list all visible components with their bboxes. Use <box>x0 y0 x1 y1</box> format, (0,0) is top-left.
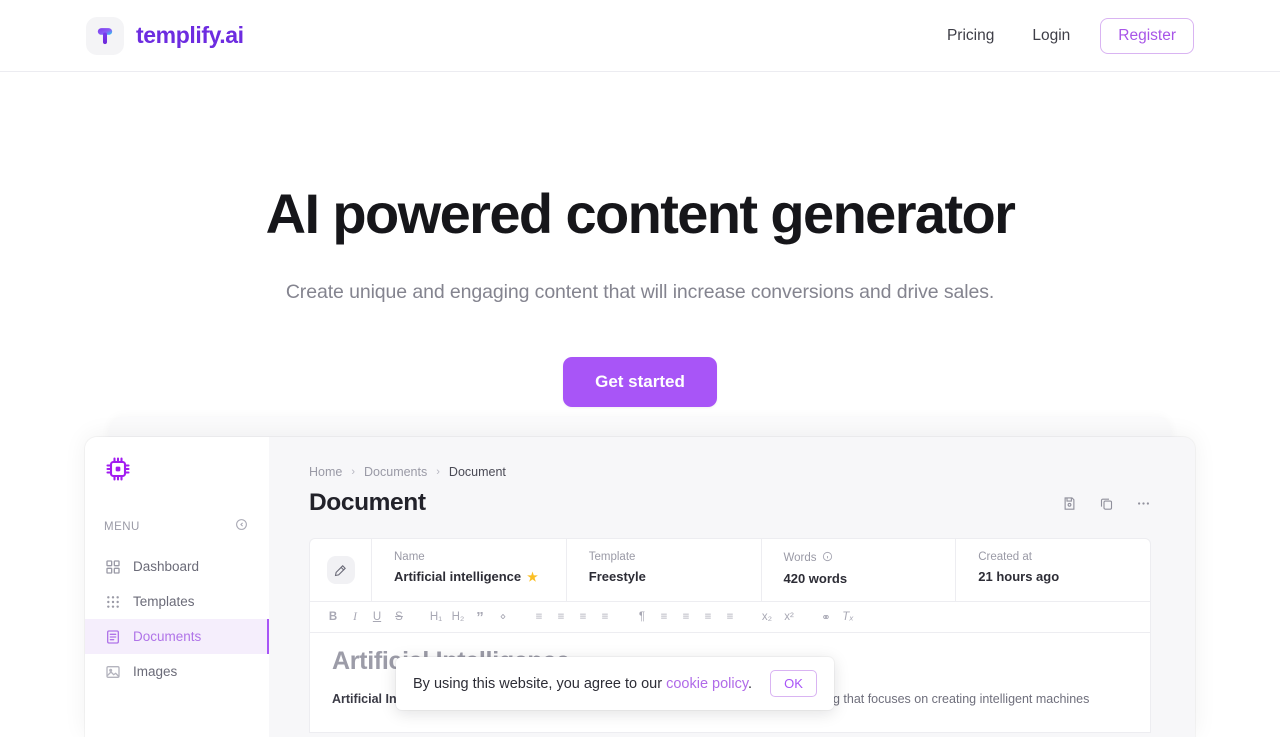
sidebar-item-dashboard[interactable]: Dashboard <box>85 549 269 584</box>
breadcrumb-item-home[interactable]: Home <box>309 465 342 479</box>
register-button[interactable]: Register <box>1100 17 1194 54</box>
meta-value: Artificial intelligence <box>394 569 522 584</box>
info-icon[interactable] <box>822 551 833 565</box>
dots-grid-icon <box>105 594 121 610</box>
cookie-accept-button[interactable]: OK <box>770 670 817 697</box>
strikethrough-button[interactable]: S <box>389 607 409 628</box>
main-nav: Pricing Login Register <box>933 17 1194 54</box>
editor-toolbar: B I U S H₁ H₂” ‹› ≡ ≡ ≡ ≡ ¶ ≡ ≡ ≡ ≡ x₂ x² ⚭ Tₓ <box>309 602 1151 633</box>
meta-field-name: Name Artificial intelligence ★ <box>372 539 567 601</box>
nav-link-pricing[interactable]: Pricing <box>933 18 1008 54</box>
sidebar-item-label: Documents <box>133 629 202 644</box>
breadcrumb: Home › Documents › Document <box>309 465 1151 479</box>
text-direction-button[interactable]: ¶ <box>632 607 652 628</box>
sidebar-item-documents[interactable]: Documents <box>85 619 269 654</box>
sidebar-item-images[interactable]: Images <box>85 654 269 689</box>
document-header: Document <box>309 489 1151 517</box>
sidebar-item-label: Dashboard <box>133 559 200 574</box>
star-icon[interactable]: ★ <box>527 570 538 584</box>
meta-key: Template <box>588 551 636 563</box>
sidebar-item-templates[interactable]: Templates <box>85 584 269 619</box>
meta-field-words: Words 420 words <box>762 539 957 601</box>
superscript-button[interactable]: x² <box>779 607 799 628</box>
indent-button[interactable]: ≡ <box>595 607 615 628</box>
subscript-button[interactable]: x₂ <box>757 607 777 628</box>
brand-name: templify.ai <box>136 22 244 48</box>
meta-value: 420 words <box>783 571 848 586</box>
outdent-button[interactable]: ≡ <box>573 607 593 628</box>
link-button[interactable]: ⚭ <box>816 607 836 628</box>
meta-value: 21 hours ago <box>978 569 1060 584</box>
sidebar-item-label: Templates <box>133 594 195 609</box>
meta-value: Freestyle <box>588 569 646 584</box>
chevron-right-icon: › <box>351 466 356 478</box>
menu-header: MENU <box>85 518 269 536</box>
align-center-button[interactable]: ≡ <box>676 607 696 628</box>
meta-field-created: Created at 21 hours ago <box>956 539 1150 601</box>
bullet-list-button[interactable]: ≡ <box>551 607 571 628</box>
save-button[interactable] <box>1062 496 1077 511</box>
hero-subtitle: Create unique and engaging content that … <box>285 280 995 303</box>
bold-button[interactable]: B <box>323 607 343 628</box>
meta-key-row: Words <box>784 551 956 565</box>
image-icon <box>105 664 121 680</box>
meta-value-row: Artificial intelligence ★ <box>394 569 566 584</box>
meta-key: Words <box>783 552 817 564</box>
underline-button[interactable]: U <box>367 607 387 628</box>
app-sidebar: MENU Dashboard Templates Documents Image… <box>85 437 269 737</box>
heading-2-button[interactable]: H₂ <box>448 607 468 628</box>
cookie-text-after: . <box>748 675 753 692</box>
align-right-button[interactable]: ≡ <box>698 607 718 628</box>
sidebar-item-label: Images <box>133 664 178 679</box>
chevron-right-icon: › <box>436 466 440 478</box>
pencil-edit-icon[interactable] <box>326 556 355 584</box>
heading-1-button[interactable]: H₁ <box>426 607 446 628</box>
templify-t-logo-icon <box>86 16 124 55</box>
align-justify-button[interactable]: ≡ <box>720 607 740 628</box>
breadcrumb-item-documents[interactable]: Documents <box>364 465 427 479</box>
cookie-banner: By using this website, you agree to our … <box>396 657 834 710</box>
sidebar-menu: Dashboard Templates Documents Images <box>85 549 269 689</box>
collapse-circle-icon[interactable] <box>235 518 248 536</box>
italic-button[interactable]: I <box>345 607 365 628</box>
brand-logo[interactable]: templify.ai <box>86 16 244 55</box>
blockquote-button[interactable]: ” <box>470 607 490 628</box>
meta-key: Created at <box>978 551 1032 563</box>
document-meta-card: Name Artificial intelligence ★ Template … <box>309 538 1151 602</box>
nav-link-login[interactable]: Login <box>1018 18 1084 54</box>
hero-section: AI powered content generator Create uniq… <box>0 72 1280 407</box>
meta-key: Name <box>394 551 425 563</box>
duplicate-button[interactable] <box>1099 496 1114 511</box>
page-title: AI powered content generator <box>265 182 1016 245</box>
get-started-button[interactable]: Get started <box>563 356 717 407</box>
cookie-message: By using this website, you agree to our … <box>413 676 752 692</box>
document-list-icon <box>105 629 121 645</box>
clear-format-button[interactable]: Tₓ <box>838 607 858 628</box>
menu-label: MENU <box>104 521 140 533</box>
site-header: templify.ai Pricing Login Register <box>0 0 1280 72</box>
breadcrumb-item-current: Document <box>448 465 506 479</box>
code-block-button[interactable]: ‹› <box>492 607 512 628</box>
align-left-button[interactable]: ≡ <box>654 607 674 628</box>
more-options-button[interactable] <box>1136 496 1151 511</box>
grid-squares-icon <box>105 559 121 575</box>
cookie-policy-link[interactable]: cookie policy <box>666 676 748 692</box>
chip-cpu-icon[interactable] <box>85 451 269 488</box>
ordered-list-button[interactable]: ≡ <box>529 607 549 628</box>
document-title: Document <box>309 489 426 516</box>
meta-field-template: Template Freestyle <box>567 539 762 601</box>
cookie-text-before: By using this website, you agree to our <box>413 675 667 692</box>
document-avatar <box>310 539 372 601</box>
document-actions <box>1062 496 1151 511</box>
